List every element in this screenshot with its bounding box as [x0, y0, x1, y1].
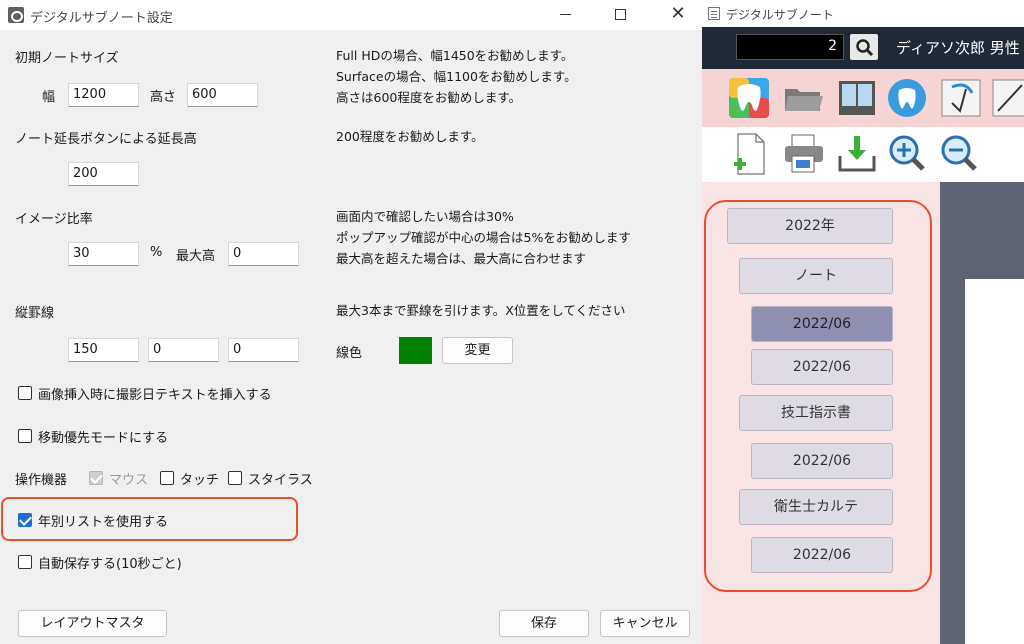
folder-icon[interactable]	[782, 77, 824, 119]
move-priority-checkbox[interactable]	[18, 429, 32, 443]
window-icon[interactable]	[836, 77, 878, 119]
image-ratio-hint-3: 最大高を超えた場合は、最大高に合わせます	[336, 251, 587, 266]
rule-position-input-1[interactable]: 150	[68, 338, 139, 362]
device-mouse-label: マウス	[109, 473, 149, 488]
move-priority-label[interactable]: 移動優先モードにする	[38, 427, 168, 446]
maximize-icon	[614, 9, 626, 20]
year-list-label[interactable]: 年別リストを使用する	[38, 511, 168, 530]
rule-position-input-3[interactable]: 0	[228, 338, 299, 362]
app-title: デジタルサブノート	[726, 8, 834, 22]
change-color-button[interactable]: 変更	[442, 337, 513, 364]
print-icon[interactable]	[782, 132, 824, 174]
zoom-in-icon[interactable]	[886, 132, 928, 174]
save-button[interactable]: 保存	[499, 610, 589, 637]
rule-position-input-2[interactable]: 0	[148, 338, 219, 362]
new-page-icon[interactable]	[730, 132, 772, 175]
draw-icon[interactable]	[940, 77, 982, 119]
device-stylus-checkbox[interactable]	[228, 471, 242, 485]
settings-dialog: デジタルサブノート設定 ✕ 初期ノートサイズ 幅 1200 高さ 600 Ful…	[0, 0, 702, 644]
extend-height-label: ノート延長ボタンによる延長高	[15, 132, 197, 147]
settings-app-icon	[8, 7, 24, 23]
close-button[interactable]: ✕	[655, 0, 701, 30]
extend-height-hint: 200程度をお勧めします。	[336, 129, 484, 144]
initial-size-hint-3: 高さは600程度をお勧めします。	[336, 90, 522, 105]
close-icon: ✕	[670, 3, 686, 24]
download-icon[interactable]	[836, 132, 878, 174]
patient-number-input[interactable]: 2	[736, 34, 844, 60]
extend-height-input[interactable]: 200	[68, 162, 139, 186]
line-icon[interactable]	[992, 77, 1024, 119]
insert-date-checkbox[interactable]	[18, 386, 32, 400]
image-ratio-input[interactable]: 30	[68, 242, 139, 266]
maximize-button[interactable]	[597, 0, 643, 30]
width-input[interactable]: 1200	[68, 83, 139, 107]
device-touch-checkbox[interactable]	[160, 471, 174, 485]
year-list-checkbox[interactable]	[18, 513, 32, 527]
search-icon	[856, 39, 874, 57]
device-mouse-checkbox	[89, 471, 103, 485]
minimize-icon	[559, 14, 571, 15]
app-titlebar: デジタルサブノート	[702, 0, 1024, 27]
main-toolbar	[702, 69, 1024, 127]
device-label: 操作機器	[15, 473, 68, 488]
width-label: 幅	[42, 90, 56, 105]
note-app-icon	[708, 7, 720, 20]
dialog-title: デジタルサブノート設定	[30, 11, 173, 26]
max-height-input[interactable]: 0	[228, 242, 299, 266]
image-ratio-hint-2: ポップアップ確認が中心の場合は5%をお勧めします	[336, 230, 631, 245]
device-stylus-label[interactable]: スタイラス	[248, 469, 313, 488]
height-input[interactable]: 600	[187, 83, 258, 107]
line-color-label: 線色	[336, 346, 363, 361]
percent-label: %	[150, 245, 163, 260]
vertical-rules-hint: 最大3本まで罫線を引けます。X位置をしてください	[336, 303, 626, 318]
note-page[interactable]	[965, 279, 1024, 644]
minimize-button[interactable]	[542, 0, 588, 30]
zoom-out-icon[interactable]	[938, 132, 980, 174]
patient-name: ディアソ次郎 男性	[896, 39, 1020, 57]
patient-bar: 2 ディアソ次郎 男性	[702, 27, 1024, 69]
device-touch-label[interactable]: タッチ	[180, 469, 219, 488]
tooth-app-icon[interactable]	[728, 77, 770, 119]
year-list-highlight-frame	[704, 200, 932, 592]
image-ratio-label: イメージ比率	[15, 212, 93, 227]
max-height-label: 最大高	[176, 249, 216, 264]
autosave-checkbox[interactable]	[18, 555, 32, 569]
initial-size-hint-1: Full HDの場合、幅1450をお勧めします。	[336, 48, 574, 63]
vertical-rules-label: 縦罫線	[15, 306, 55, 321]
autosave-label[interactable]: 自動保存する(10秒ごと)	[38, 553, 182, 572]
patient-search-button[interactable]	[850, 34, 878, 60]
height-label: 高さ	[150, 90, 177, 105]
layout-master-button[interactable]: レイアウトマスタ	[18, 610, 167, 637]
image-ratio-hint-1: 画面内で確認したい場合は30%	[336, 209, 514, 224]
digital-subnote-window: デジタルサブノート 2 ディアソ次郎 男性 2022年 ノート 2022/06 …	[702, 0, 1024, 644]
insert-date-label[interactable]: 画像挿入時に撮影日テキストを挿入する	[38, 384, 272, 403]
line-color-swatch	[399, 337, 432, 364]
initial-size-hint-2: Surfaceの場合、幅1100をお勧めします。	[336, 69, 577, 84]
dialog-titlebar: デジタルサブノート設定 ✕	[0, 0, 702, 30]
secondary-toolbar	[702, 127, 1024, 182]
tooth-icon[interactable]	[886, 77, 928, 119]
initial-size-label: 初期ノートサイズ	[15, 51, 119, 66]
cancel-button[interactable]: キャンセル	[600, 610, 690, 637]
